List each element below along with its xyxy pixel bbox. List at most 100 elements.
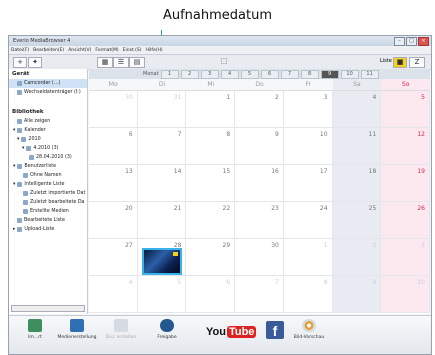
calendar-day-cell[interactable]: 22 — [186, 202, 236, 239]
calendar-day-cell[interactable]: 18 — [332, 165, 382, 202]
calendar-day-cell[interactable]: 28 — [137, 239, 187, 276]
calendar-day-cell[interactable]: 25 — [332, 202, 382, 239]
import-button[interactable]: Im…rt — [15, 319, 55, 340]
monitor-icon[interactable]: ■ — [393, 57, 407, 68]
list-view-icon[interactable]: ☰ — [113, 57, 129, 68]
sidebar-item-recent-edit[interactable]: Zuletzt bearbeitete Da — [9, 198, 87, 207]
month-tab-current[interactable]: 9 — [320, 69, 339, 79]
calendar-day-cell[interactable]: 23 — [235, 202, 284, 239]
calendar-day-cell[interactable]: 9 — [332, 276, 382, 313]
day-number: 30 — [125, 94, 133, 101]
month-tab[interactable]: 7 — [280, 69, 299, 79]
calendar-day-cell[interactable]: 29 — [186, 239, 236, 276]
sidebar-item-edited[interactable]: Bearbeitete Liste — [9, 216, 87, 225]
calendar-day-cell[interactable]: 8 — [186, 128, 236, 165]
photo-icon[interactable]: ⬚ — [217, 57, 231, 66]
calendar-day-cell[interactable]: 16 — [235, 165, 284, 202]
menu-help[interactable]: Hilfe(H) — [146, 48, 163, 53]
sidebar-item-created[interactable]: Erstellte Medien — [9, 207, 87, 216]
calendar-day-cell[interactable]: 20 — [89, 202, 138, 239]
month-tab[interactable]: 8 — [300, 69, 319, 79]
menu-view[interactable]: Ansicht(V) — [68, 48, 91, 53]
weekday-header: Mo Di Mi Do Fr Sa So — [89, 79, 430, 91]
share-button[interactable]: Freigabe — [147, 319, 187, 340]
calendar-day-cell[interactable]: 3 — [283, 91, 333, 128]
media-create-button[interactable]: Medienerstellung — [57, 319, 97, 340]
sidebar-item-removable[interactable]: Wechseldatenträger (I:) — [9, 88, 87, 97]
day-number: 22 — [222, 205, 231, 212]
sidebar-item-calendar[interactable]: ▾ Kalender — [9, 126, 87, 135]
calendar-day-cell[interactable]: 7 — [235, 276, 284, 313]
calendar-day-cell[interactable]: 10 — [283, 128, 333, 165]
disc-create-button[interactable]: Disc erstellen — [101, 319, 141, 340]
sort-icon[interactable]: Z — [409, 57, 425, 68]
sidebar-scrollbar[interactable] — [11, 305, 85, 312]
calendar-day-cell[interactable]: 4 — [332, 91, 382, 128]
sidebar-item-upload[interactable]: ▸ Upload-Liste — [9, 225, 87, 234]
menu-edit[interactable]: Bearbeiten(E) — [33, 48, 64, 53]
calendar-day-cell[interactable]: 1 — [283, 239, 333, 276]
calendar-day-cell[interactable]: 15 — [186, 165, 236, 202]
sidebar-item-camcorder[interactable]: Camcorder (…) — [9, 79, 87, 88]
calendar-day-cell[interactable]: 14 — [137, 165, 187, 202]
sidebar-item-untitled[interactable]: Ohne Namen — [9, 171, 87, 180]
calendar-day-cell[interactable]: 19 — [381, 165, 430, 202]
menu-file[interactable]: Datei(F) — [11, 48, 29, 53]
calendar-day-cell[interactable]: 30 — [89, 91, 138, 128]
close-button[interactable]: × — [418, 37, 429, 46]
calendar-day-cell[interactable]: 9 — [235, 128, 284, 165]
sidebar-item-recent-import[interactable]: Zuletzt importierte Dat — [9, 189, 87, 198]
menu-settings[interactable]: Einst.(S) — [123, 48, 142, 53]
month-tab[interactable]: 11 — [360, 69, 379, 79]
facebook-button[interactable]: f — [266, 321, 284, 339]
calendar-view-icon[interactable]: ▤ — [129, 57, 145, 68]
calendar-day-cell[interactable]: 6 — [186, 276, 236, 313]
calendar-day-cell[interactable]: 3 — [381, 239, 430, 276]
preview-button[interactable]: Bild-Vorschau — [289, 319, 329, 340]
calendar-day-cell[interactable]: 8 — [283, 276, 333, 313]
tools-button[interactable]: ✦ — [28, 57, 42, 68]
video-thumbnail[interactable] — [141, 248, 182, 275]
calendar-day-cell[interactable]: 6 — [89, 128, 138, 165]
sidebar-item-year[interactable]: ▾ 2010 — [9, 135, 87, 144]
sidebar-item-all[interactable]: Alle zeigen — [9, 117, 87, 126]
calendar-day-cell[interactable]: 13 — [89, 165, 138, 202]
calendar-day-cell[interactable]: 30 — [235, 239, 284, 276]
calendar-day-cell[interactable]: 10 — [381, 276, 430, 313]
minimize-button[interactable]: – — [394, 37, 405, 46]
sidebar-item-userlist[interactable]: ▾ Benutzerliste — [9, 162, 87, 171]
calendar-day-cell[interactable]: 1 — [186, 91, 236, 128]
calendar-day-cell[interactable]: 17 — [283, 165, 333, 202]
month-tab[interactable]: 4 — [220, 69, 239, 79]
calendar-day-cell[interactable]: 21 — [137, 202, 187, 239]
calendar-day-cell[interactable]: 11 — [332, 128, 382, 165]
calendar-day-cell[interactable]: 5 — [381, 91, 430, 128]
calendar-day-cell[interactable]: 4 — [89, 276, 138, 313]
calendar-day-cell[interactable]: 26 — [381, 202, 430, 239]
sidebar-item-day[interactable]: 28.04.2010 (3) — [9, 153, 87, 162]
sidebar-item-smartlist[interactable]: ▾ Intelligente Liste — [9, 180, 87, 189]
calendar-day-cell[interactable]: 27 — [89, 239, 138, 276]
calendar-day-cell[interactable]: 2 — [332, 239, 382, 276]
calendar-day-cell[interactable]: 24 — [283, 202, 333, 239]
calendar-day-cell[interactable]: 5 — [137, 276, 187, 313]
grid-view-icon[interactable]: ▦ — [97, 57, 113, 68]
day-number: 23 — [271, 205, 279, 212]
calendar-day-cell[interactable]: 7 — [137, 128, 187, 165]
toolbar: + ✦ ▦ ☰ ▤ ⬚ Liste ■ Z — [9, 55, 431, 70]
youtube-button[interactable]: You Tube — [206, 326, 257, 338]
month-tab[interactable]: 10 — [340, 69, 359, 79]
month-tab[interactable]: 2 — [180, 69, 199, 79]
day-number: 6 — [128, 131, 133, 138]
add-button[interactable]: + — [13, 57, 27, 68]
month-tab[interactable]: 6 — [260, 69, 279, 79]
sidebar-item-month[interactable]: ▾ 4.2010 (3) — [9, 144, 87, 153]
maximize-button[interactable]: □ — [406, 37, 417, 46]
month-tab[interactable]: 5 — [240, 69, 259, 79]
month-tab[interactable]: 1 — [160, 69, 179, 79]
menu-format[interactable]: Format(M) — [95, 48, 118, 53]
month-tab[interactable]: 3 — [200, 69, 219, 79]
calendar-day-cell[interactable]: 12 — [381, 128, 430, 165]
calendar-day-cell[interactable]: 2 — [235, 91, 284, 128]
calendar-day-cell[interactable]: 31 — [137, 91, 187, 128]
